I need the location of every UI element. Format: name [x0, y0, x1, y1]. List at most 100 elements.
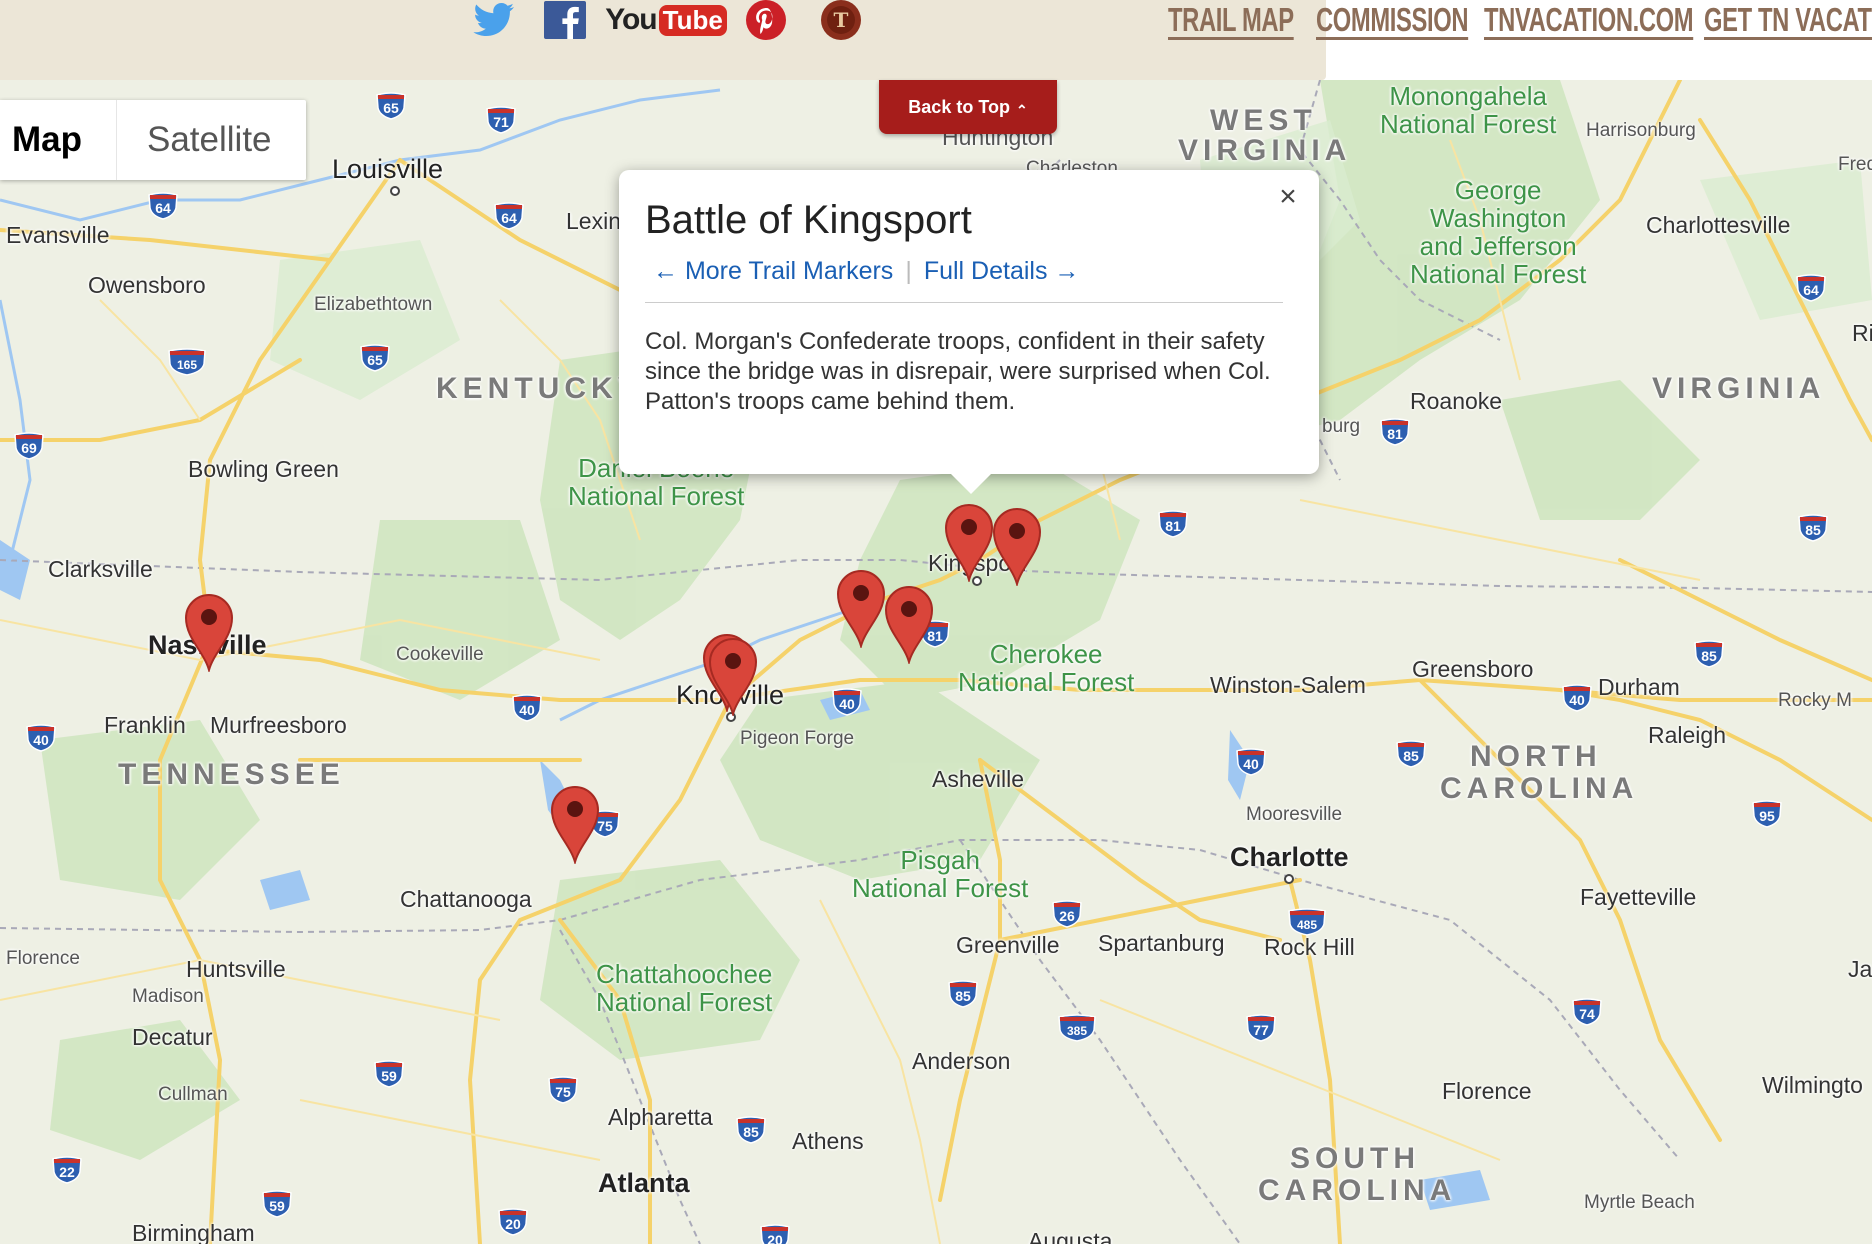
city-spartanburg: Spartanburg — [1098, 930, 1225, 956]
city-rocky-mount: Rocky M — [1778, 690, 1852, 711]
nav-tnvacation[interactable]: TNVACATION.COM — [1484, 0, 1694, 40]
satellite-view-button[interactable]: Satellite — [116, 100, 306, 180]
interstate-shield-icon: 59 — [262, 1190, 292, 1218]
nav-get-tn-vacation[interactable]: GET TN VACATIO — [1704, 0, 1872, 40]
city-cullman: Cullman — [158, 1084, 228, 1105]
interstate-shield-icon: 95 — [1752, 800, 1782, 828]
info-links: ← More Trail Markers | Full Details → — [645, 257, 1283, 303]
svg-text:20: 20 — [767, 1232, 783, 1244]
svg-text:95: 95 — [1759, 808, 1775, 824]
svg-text:77: 77 — [1253, 1022, 1269, 1038]
svg-text:85: 85 — [743, 1124, 759, 1140]
svg-text:85: 85 — [955, 988, 971, 1004]
nav-commission[interactable]: COMMISSION — [1316, 0, 1469, 40]
interstate-shield-icon: 20 — [760, 1224, 790, 1244]
svg-text:85: 85 — [1805, 522, 1821, 538]
svg-text:40: 40 — [1243, 756, 1259, 772]
city-dot — [1284, 874, 1294, 884]
city-fayetteville: Fayetteville — [1580, 884, 1697, 910]
info-title: Battle of Kingsport — [645, 198, 972, 242]
map-pin-icon[interactable] — [548, 782, 602, 866]
info-window: × Battle of Kingsport ← More Trail Marke… — [619, 170, 1319, 494]
chevron-up-icon: ⌃ — [1015, 102, 1028, 118]
city-winston-salem: Winston-Salem — [1210, 672, 1366, 698]
interstate-shield-icon: 26 — [1052, 900, 1082, 928]
interstate-shield-icon: 59 — [374, 1060, 404, 1088]
city-evansville: Evansville — [6, 222, 110, 248]
youtube-icon[interactable]: You Tube — [605, 0, 727, 40]
svg-text:26: 26 — [1059, 908, 1075, 924]
svg-text:40: 40 — [519, 702, 535, 718]
back-to-top-label: Back to Top — [908, 96, 1010, 117]
interstate-shield-icon: 71 — [486, 106, 516, 134]
nav-trail-map[interactable]: TRAIL MAP — [1168, 0, 1294, 40]
city-florence-al: Florence — [6, 948, 80, 969]
main-nav: TRAIL MAP COMMISSION TNVACATION.COM GET … — [1168, 0, 1872, 44]
svg-text:40: 40 — [33, 732, 49, 748]
svg-text:74: 74 — [1579, 1006, 1595, 1022]
city-asheville: Asheville — [932, 766, 1025, 792]
state-label-kentucky: KENTUCKY — [436, 372, 643, 405]
city-charlottesville: Charlottesville — [1646, 212, 1791, 238]
more-trail-markers-link[interactable]: ← More Trail Markers — [653, 257, 893, 286]
city-louisville: Louisville — [332, 154, 444, 184]
map-pin-icon[interactable] — [882, 582, 936, 666]
svg-text:59: 59 — [269, 1198, 285, 1214]
interstate-shield-icon: 64 — [148, 192, 178, 220]
interstate-shield-icon: 85 — [948, 980, 978, 1008]
city-chattanooga: Chattanooga — [400, 886, 532, 912]
interstate-shield-icon: 65 — [360, 344, 390, 372]
interstate-shield-icon: 75 — [548, 1076, 578, 1104]
state-label-west-virginia: VIRGINIA — [1178, 134, 1352, 167]
city-athens: Athens — [792, 1128, 864, 1154]
map-pin-icon[interactable] — [942, 500, 996, 584]
map-pin-icon[interactable] — [182, 590, 236, 674]
interstate-shield-icon: 65 — [376, 92, 406, 120]
svg-text:75: 75 — [555, 1084, 571, 1100]
close-icon[interactable]: × — [1275, 182, 1301, 212]
site-header: You Tube T TRAIL MAP COMMISSION TNVACATI… — [0, 0, 1872, 80]
tennessee-logo-icon[interactable]: T — [818, 0, 864, 40]
svg-text:71: 71 — [493, 114, 509, 130]
svg-text:64: 64 — [501, 210, 517, 226]
map-pin-icon[interactable] — [706, 634, 760, 718]
interstate-shield-icon: 77 — [1246, 1014, 1276, 1042]
city-ja: Ja — [1848, 956, 1872, 982]
forest-cherokee: Cherokee National Forest — [958, 639, 1135, 697]
interstate-shield-icon: 165 — [168, 348, 206, 376]
svg-text:64: 64 — [155, 200, 171, 216]
svg-text:22: 22 — [59, 1164, 75, 1180]
city-wilmington: Wilmingto — [1762, 1072, 1863, 1098]
map-pin-icon[interactable] — [990, 504, 1044, 588]
svg-text:40: 40 — [839, 696, 855, 712]
city-murfreesboro: Murfreesboro — [210, 712, 347, 738]
city-charlotte: Charlotte — [1230, 842, 1349, 872]
interstate-shield-icon: 81 — [1158, 510, 1188, 538]
city-clarksville: Clarksville — [48, 556, 153, 582]
map-view-button[interactable]: Map — [0, 100, 116, 180]
city-augusta: Augusta — [1028, 1228, 1113, 1244]
map-pin-icon[interactable] — [834, 566, 888, 650]
city-pigeon-forge: Pigeon Forge — [740, 728, 855, 749]
back-to-top-button[interactable]: Back to Top ⌃ — [879, 80, 1057, 134]
city-madison: Madison — [132, 986, 204, 1007]
state-label-north-carolina: CAROLINA — [1440, 772, 1639, 805]
svg-text:40: 40 — [1569, 692, 1585, 708]
svg-text:485: 485 — [1297, 918, 1317, 932]
forest-chattahoochee: Chattahoochee National Forest — [596, 959, 773, 1017]
full-details-link[interactable]: Full Details → — [924, 257, 1080, 286]
interstate-shield-icon: 85 — [736, 1116, 766, 1144]
twitter-icon[interactable] — [470, 0, 518, 40]
svg-text:65: 65 — [383, 100, 399, 116]
pinterest-icon[interactable] — [744, 0, 788, 40]
interstate-shield-icon: 20 — [498, 1208, 528, 1236]
interstate-shield-icon: 485 — [1288, 908, 1326, 936]
city-lexington: Lexin — [566, 208, 621, 234]
facebook-icon[interactable] — [544, 0, 586, 40]
svg-text:81: 81 — [1165, 518, 1181, 534]
interstate-shield-icon: 40 — [1236, 748, 1266, 776]
city-roanoke: Roanoke — [1410, 388, 1503, 414]
interstate-shield-icon: 40 — [26, 724, 56, 752]
interstate-shield-icon: 74 — [1572, 998, 1602, 1026]
interstate-shield-icon: 385 — [1058, 1014, 1096, 1042]
